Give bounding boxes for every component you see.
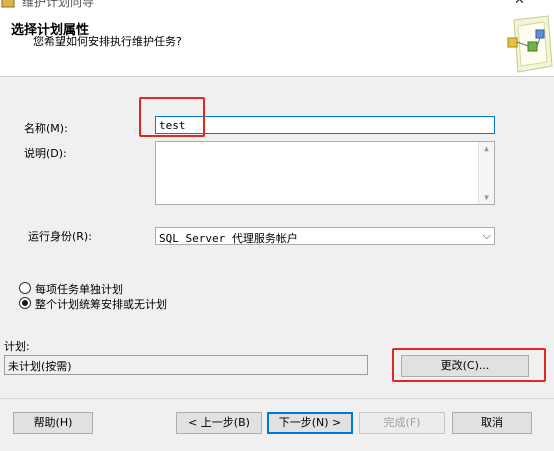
maintenance-plan-icon (1, 0, 15, 8)
wizard-header: 选择计划属性 您希望如何安排执行维护任务? (0, 9, 554, 77)
schedule-label: 计划: (4, 340, 30, 353)
finish-button: 完成(F) (359, 412, 445, 434)
run-as-value: SQL Server 代理服务帐户 (159, 232, 298, 245)
description-scrollbar[interactable]: ▲ ▼ (478, 142, 494, 204)
run-as-label: 运行身份(R): (28, 230, 92, 243)
chevron-down-icon[interactable]: ⌵ (483, 229, 491, 243)
radio-separate-schedules[interactable] (19, 282, 31, 294)
description-textarea[interactable]: ▲ ▼ (155, 141, 495, 205)
back-button[interactable]: < 上一步(B) (176, 412, 262, 434)
window-title: 维护计划向导 (22, 0, 95, 9)
change-schedule-button[interactable]: 更改(C)... (401, 355, 529, 377)
cancel-button[interactable]: 取消 (452, 412, 532, 434)
next-button[interactable]: 下一步(N) > (267, 412, 353, 434)
wizard-header-graphic (507, 15, 553, 73)
scroll-up-icon[interactable]: ▲ (479, 144, 494, 153)
name-input[interactable]: test (155, 116, 495, 134)
radio-separate-schedules-label[interactable]: 每项任务单独计划 (35, 281, 123, 297)
help-button[interactable]: 帮助(H) (13, 412, 93, 434)
footer-divider (0, 398, 554, 399)
description-label: 说明(D): (24, 147, 67, 160)
name-label: 名称(M): (24, 122, 68, 135)
schedule-value: 未计划(按需) (4, 355, 368, 375)
run-as-select[interactable]: SQL Server 代理服务帐户 ⌵ (155, 227, 495, 245)
radio-single-schedule[interactable] (19, 297, 31, 309)
page-subtitle: 您希望如何安排执行维护任务? (33, 35, 182, 48)
title-bar: 维护计划向导 ✕ (0, 0, 554, 9)
close-icon[interactable]: ✕ (514, 0, 525, 8)
scroll-down-icon[interactable]: ▼ (479, 193, 494, 202)
radio-single-schedule-label[interactable]: 整个计划统筹安排或无计划 (35, 296, 167, 312)
